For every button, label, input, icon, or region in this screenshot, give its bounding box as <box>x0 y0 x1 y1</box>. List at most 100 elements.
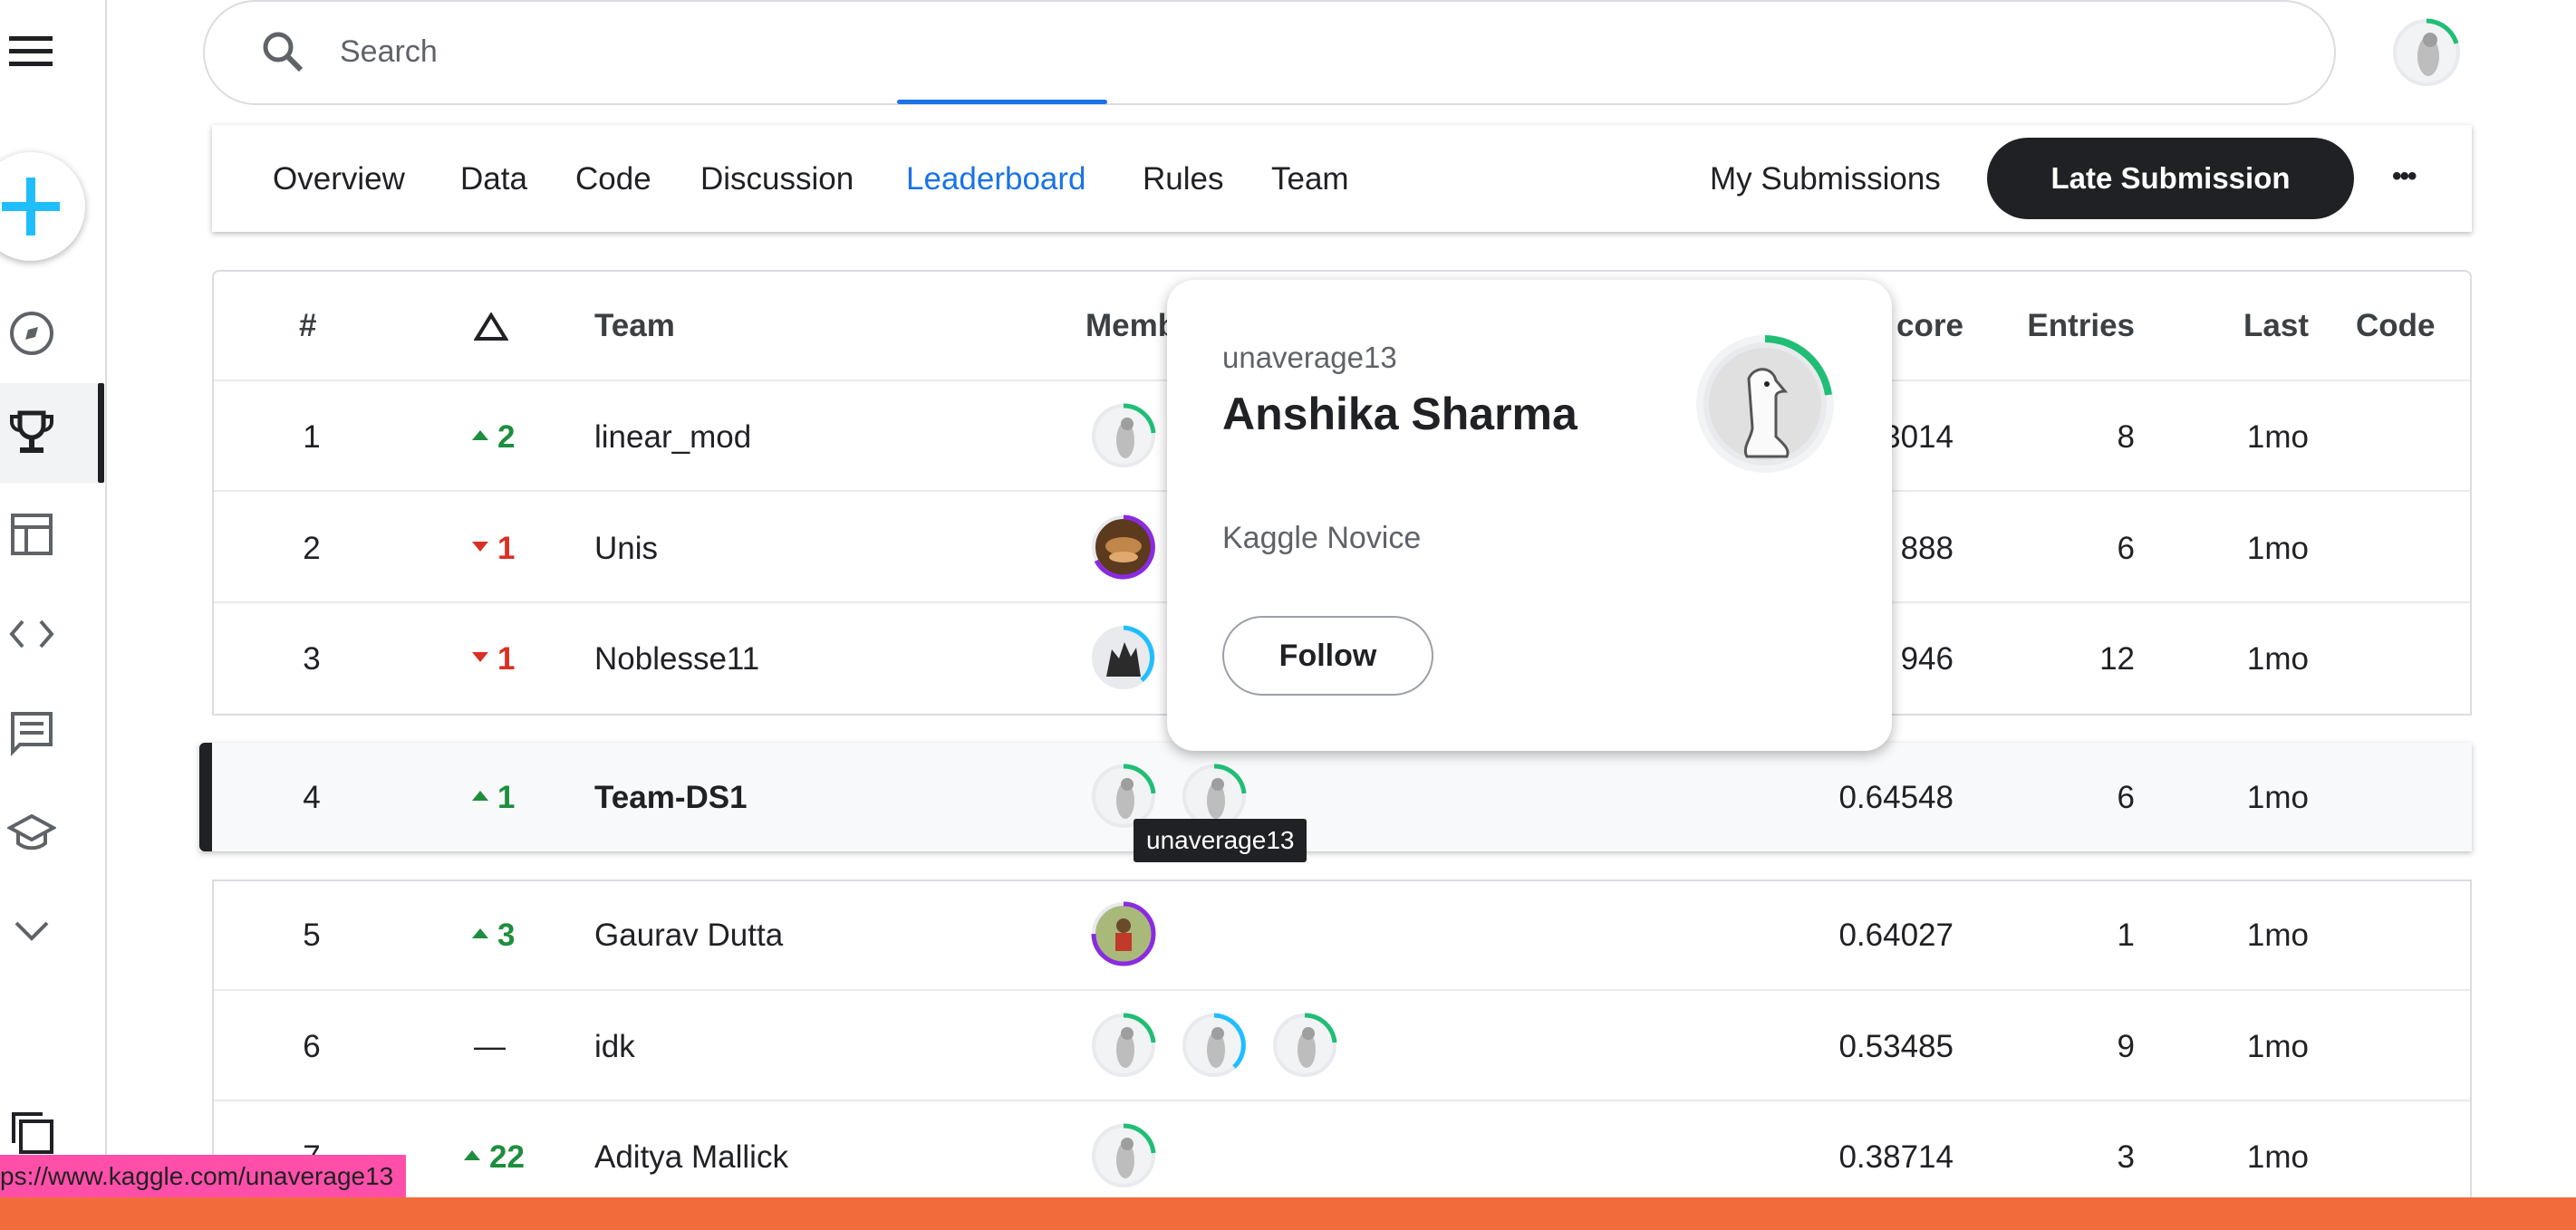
follow-button[interactable]: Follow <box>1222 616 1433 696</box>
plus-icon <box>2 178 60 235</box>
menu-icon[interactable] <box>9 34 53 72</box>
member-avatar[interactable] <box>1090 402 1157 469</box>
rank-change-up: 1 <box>472 780 515 816</box>
row-last: 1mo <box>2246 1139 2309 1175</box>
arrow-down-icon <box>472 652 488 662</box>
team-name-link[interactable]: Unis <box>594 531 658 567</box>
row-entries: 8 <box>2117 419 2135 455</box>
more-options-icon[interactable]: ••• <box>2392 161 2417 192</box>
code-icon[interactable] <box>0 609 63 659</box>
row-score: 3014 <box>1883 419 1954 455</box>
popup-display-name[interactable]: Anshika Sharma <box>1222 388 1577 440</box>
link-status-bar: ps://www.kaggle.com/unaverage13 <box>0 1155 407 1198</box>
member-avatar[interactable] <box>1181 1012 1248 1079</box>
team-name-link[interactable]: Aditya Mallick <box>594 1139 788 1176</box>
trophy-icon[interactable] <box>0 406 63 460</box>
arrow-up-icon <box>472 430 488 440</box>
row-divider <box>214 989 2470 991</box>
rank-change-value: 2 <box>497 419 516 455</box>
row-score: 946 <box>1900 641 1954 677</box>
team-name-link[interactable]: idk <box>594 1029 635 1065</box>
row-rank: 5 <box>303 918 321 953</box>
header-score[interactable]: core <box>1896 308 1963 344</box>
member-avatar[interactable] <box>1090 1012 1157 1079</box>
row-entries: 1 <box>2117 918 2135 953</box>
header-members: Memb <box>1085 308 1178 343</box>
search-bar[interactable] <box>203 0 2336 105</box>
row-last: 1mo <box>2246 780 2309 815</box>
team-name-link[interactable]: Gaurav Dutta <box>594 918 783 954</box>
learn-icon[interactable] <box>0 808 63 859</box>
header-code: Code <box>2356 308 2436 343</box>
copy-icon[interactable] <box>0 1107 63 1158</box>
header-team: Team <box>594 308 675 343</box>
table-icon[interactable] <box>0 509 63 560</box>
rank-change-value: 1 <box>497 531 516 566</box>
rank-change-down: 1 <box>472 641 515 677</box>
tab-data[interactable]: Data <box>460 161 527 197</box>
arrow-down-icon <box>472 542 488 552</box>
header-entries: Entries <box>2027 308 2135 343</box>
active-tab-underline <box>897 100 1107 104</box>
popup-tier: Kaggle Novice <box>1222 521 1422 555</box>
search-input[interactable]: Search <box>340 34 438 70</box>
rail-active-indicator <box>98 383 104 483</box>
search-icon <box>261 30 304 78</box>
rank-change-up: 3 <box>472 918 515 954</box>
change-triangle-icon <box>473 312 509 346</box>
team-name-link[interactable]: linear_mod <box>594 419 751 456</box>
row-entries: 9 <box>2117 1029 2135 1064</box>
member-avatar[interactable] <box>1271 1012 1338 1079</box>
member-avatar[interactable] <box>1090 900 1157 967</box>
row-divider <box>214 1100 2470 1101</box>
compass-icon[interactable] <box>0 308 63 359</box>
rank-change-up: 2 <box>472 419 515 456</box>
rank-change-up: 22 <box>464 1139 525 1176</box>
row-rank: 3 <box>303 641 321 677</box>
tab-team[interactable]: Team <box>1271 161 1349 197</box>
row-rank: 6 <box>303 1029 321 1064</box>
row-last: 1mo <box>2246 419 2309 455</box>
user-avatar[interactable] <box>2390 16 2463 93</box>
row-last: 1mo <box>2246 918 2309 953</box>
member-avatar[interactable] <box>1090 624 1157 691</box>
discussion-icon[interactable] <box>0 706 63 761</box>
row-last: 1mo <box>2246 641 2309 677</box>
popup-username: unaverage13 <box>1222 341 1397 374</box>
row-entries: 6 <box>2117 531 2135 566</box>
chevron-down-icon[interactable] <box>0 913 63 949</box>
row-entries: 12 <box>2099 641 2135 677</box>
own-team-indicator <box>199 743 212 851</box>
rank-change-value: 22 <box>489 1139 525 1175</box>
row-score: 0.64027 <box>1838 918 1954 953</box>
row-entries: 3 <box>2117 1139 2135 1175</box>
row-score: 0.38714 <box>1838 1139 1954 1175</box>
rank-change-value: 1 <box>497 641 516 677</box>
tab-discussion[interactable]: Discussion <box>700 161 854 197</box>
tab-rules[interactable]: Rules <box>1143 161 1223 197</box>
bottom-banner <box>0 1197 2576 1230</box>
team-name-link[interactable]: Noblesse11 <box>594 641 759 677</box>
row-entries: 6 <box>2117 780 2135 815</box>
row-last: 1mo <box>2246 1029 2309 1064</box>
tab-leaderboard[interactable]: Leaderboard <box>906 161 1086 197</box>
member-avatar[interactable] <box>1090 514 1157 581</box>
team-name-link[interactable]: Team-DS1 <box>594 780 748 816</box>
row-rank: 4 <box>303 780 321 815</box>
tab-overview[interactable]: Overview <box>273 161 405 197</box>
my-submissions-link[interactable]: My Submissions <box>1710 161 1941 197</box>
popup-avatar[interactable] <box>1693 332 1838 476</box>
arrow-up-icon <box>464 1150 480 1160</box>
arrow-up-icon <box>472 928 488 938</box>
username-tooltip: unaverage13 <box>1134 819 1307 862</box>
tab-code[interactable]: Code <box>575 161 651 197</box>
member-avatar[interactable] <box>1090 1122 1157 1189</box>
arrow-up-icon <box>472 791 488 801</box>
row-last: 1mo <box>2246 531 2309 566</box>
rank-change-none: — <box>474 1029 506 1064</box>
row-rank: 2 <box>303 531 321 566</box>
header-rank: # <box>299 308 317 343</box>
row-score: 0.53485 <box>1838 1029 1954 1064</box>
row-score: 0.64548 <box>1838 780 1954 815</box>
late-submission-button[interactable]: Late Submission <box>1987 138 2354 219</box>
